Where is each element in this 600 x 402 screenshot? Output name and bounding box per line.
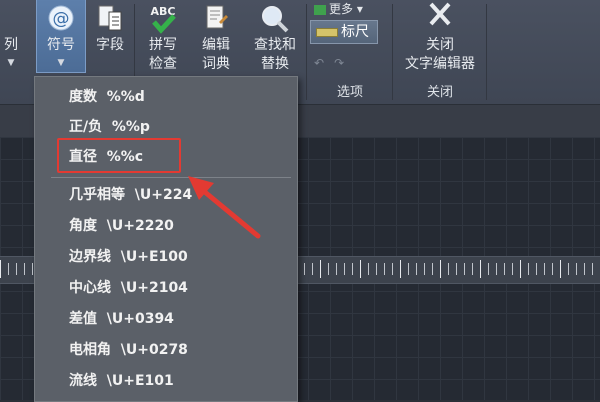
annotation-arrow	[188, 176, 261, 239]
